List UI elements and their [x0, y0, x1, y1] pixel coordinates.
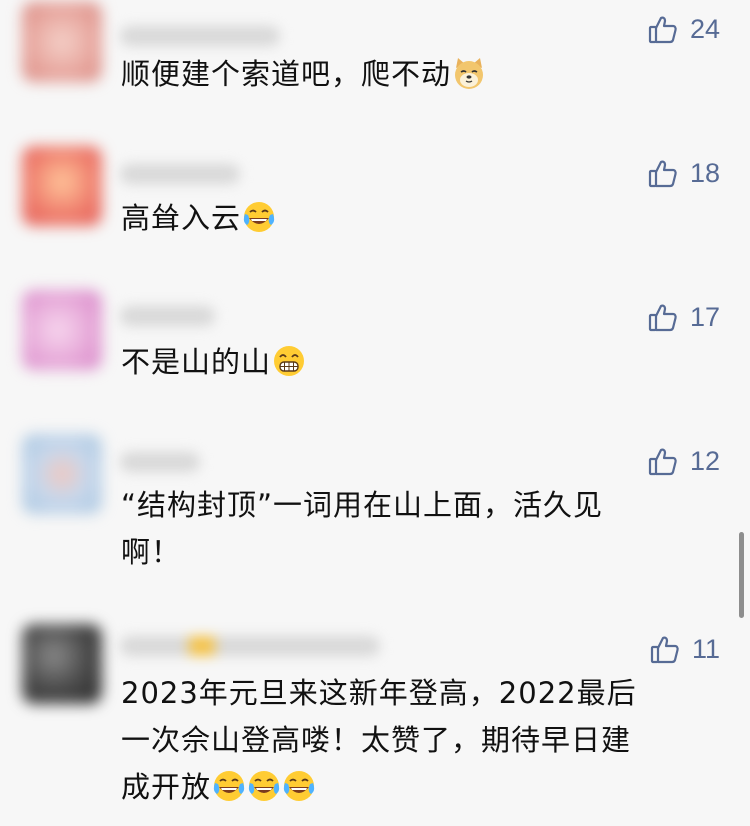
- username-blurred[interactable]: [120, 636, 380, 656]
- like-button[interactable]: 18: [648, 158, 720, 189]
- like-count: 17: [689, 302, 720, 332]
- comment-text: “结构封顶”一词用在山上面，活久见 啊！: [121, 488, 604, 569]
- scrollbar[interactable]: [739, 532, 744, 618]
- laugh-cry-icon: [283, 771, 315, 801]
- username-blurred[interactable]: [120, 164, 240, 184]
- thumbs-up-icon: [648, 303, 678, 333]
- username-blurred[interactable]: [120, 26, 280, 46]
- grin-icon: [274, 346, 305, 376]
- comment-body: 高耸入云: [121, 195, 696, 242]
- avatar[interactable]: [22, 146, 102, 226]
- comment-body: 顺便建个索道吧，爬不动: [121, 51, 696, 98]
- comment-text: 2023年元旦来这新年登高，2022最后 一次佘山登高喽！太赞了，期待早日建 成…: [121, 676, 637, 804]
- comment-body: 2023年元旦来这新年登高，2022最后 一次佘山登高喽！太赞了，期待早日建 成…: [121, 670, 696, 811]
- comment-text: 不是山的山: [121, 345, 272, 379]
- like-button[interactable]: 17: [648, 302, 720, 333]
- laugh-cry-icon: [213, 771, 245, 801]
- avatar[interactable]: [22, 434, 102, 514]
- like-count: 18: [689, 158, 720, 188]
- username-blurred[interactable]: [120, 306, 215, 326]
- like-button[interactable]: 24: [648, 14, 720, 45]
- comment-body: 不是山的山: [121, 339, 696, 386]
- thumbs-up-icon: [648, 447, 678, 477]
- thumbs-up-icon: [648, 159, 678, 189]
- comment-text: 高耸入云: [121, 201, 242, 235]
- like-count: 24: [689, 14, 720, 44]
- doge-icon: [455, 58, 484, 89]
- comment-body: “结构封顶”一词用在山上面，活久见 啊！: [121, 482, 696, 576]
- avatar[interactable]: [22, 290, 102, 370]
- laugh-cry-icon: [243, 202, 275, 232]
- username-blurred[interactable]: [120, 452, 200, 472]
- laugh-cry-icon: [248, 771, 280, 801]
- thumbs-up-icon: [648, 15, 678, 45]
- avatar[interactable]: [22, 624, 102, 704]
- like-button[interactable]: 12: [648, 446, 720, 477]
- thumbs-up-icon: [650, 635, 680, 665]
- like-count: 12: [689, 446, 720, 476]
- like-button[interactable]: 11: [650, 634, 720, 665]
- comment-text: 顺便建个索道吧，爬不动: [121, 57, 452, 91]
- like-count: 11: [691, 634, 720, 664]
- avatar[interactable]: [22, 2, 102, 82]
